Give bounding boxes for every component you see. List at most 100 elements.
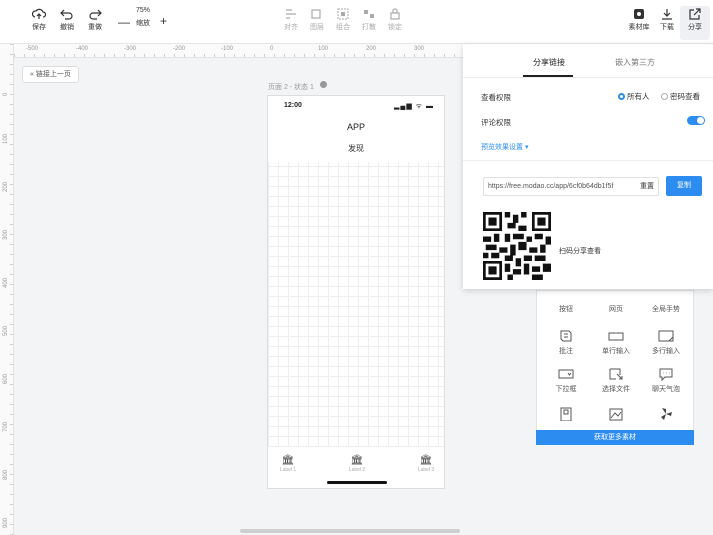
- share-button[interactable]: 分享: [680, 6, 710, 40]
- ruler-tick: 800: [3, 469, 9, 480]
- radio-checked-icon: [618, 93, 625, 100]
- app-header[interactable]: APP 发现: [268, 116, 444, 162]
- component-dropdown[interactable]: 下拉框: [541, 367, 591, 394]
- ruler-tick: 200: [3, 181, 9, 192]
- radio-all-label: 所有人: [627, 92, 650, 101]
- save-button[interactable]: 保存: [24, 8, 54, 32]
- get-more-materials-button[interactable]: 获取更多素材: [536, 430, 694, 445]
- layer-icon: [311, 9, 321, 19]
- ruler-tick: -200: [173, 46, 186, 52]
- radio-all-users[interactable]: 所有人: [618, 91, 650, 102]
- zoom-in-button[interactable]: +: [160, 14, 167, 28]
- download-label: 下载: [660, 24, 674, 31]
- top-toolbar: 保存 撤销 重做 — 75% 缩放 + 对齐 图层 组合 打散 锁定 素材库 下…: [0, 0, 713, 44]
- tab-item[interactable]: 🏛 Label 1: [268, 455, 308, 473]
- ruler-vertical: 0 100 200 300 400 500 600 700 800 900: [0, 44, 14, 535]
- ruler-tick: 100: [3, 133, 9, 144]
- component-phone[interactable]: [541, 407, 591, 421]
- download-button[interactable]: 下载: [652, 8, 682, 32]
- component-label: 单行输入: [602, 348, 630, 355]
- status-bar: 12:00 ▂▄▆ ᯤ ▬: [268, 96, 444, 116]
- share-popover: 分享链接 嵌入第三方 查看权限 所有人 密码查看 评论权限 预览效果设置 ▾ h…: [463, 44, 713, 289]
- tab-bar: 🏛 Label 1 🏛 Label 2 🏛 Label 3: [268, 446, 444, 488]
- preview-settings-link[interactable]: 预览效果设置 ▾: [481, 142, 528, 152]
- tab-label: Label 1: [279, 467, 297, 473]
- material-library-icon: [634, 9, 644, 19]
- ruler-tick: -500: [26, 46, 39, 52]
- comment-permission-toggle[interactable]: [687, 116, 705, 125]
- undo-label: 撤销: [60, 24, 74, 31]
- tab-label: Label 3: [417, 467, 435, 473]
- lock-label: 锁定: [388, 24, 402, 31]
- material-library-button[interactable]: 素材库: [624, 8, 654, 32]
- annotation-icon: [560, 330, 572, 342]
- app-subtitle: 发现: [348, 144, 364, 153]
- ruler-tick: 100: [318, 46, 329, 52]
- tab-label: Label 2: [348, 467, 366, 473]
- tab-item[interactable]: 🏛 Label 3: [406, 455, 446, 473]
- image-icon: [609, 408, 623, 421]
- zoom-value: 75%: [135, 7, 150, 14]
- ungroup-icon: [364, 10, 374, 18]
- gear-icon[interactable]: [320, 81, 327, 88]
- align-icon: [286, 9, 296, 19]
- multi-line-input-icon: [658, 330, 674, 342]
- phone-artboard[interactable]: 12:00 ▂▄▆ ᯤ ▬ APP 发现 🏛 Label 1 🏛 Label 2…: [267, 95, 445, 489]
- tab-item[interactable]: 🏛 Label 2: [337, 455, 377, 473]
- lock-button[interactable]: 锁定: [380, 8, 410, 32]
- component-chat-bubble[interactable]: 聊天气泡: [641, 367, 691, 394]
- component-global-gesture[interactable]: 全局手势: [641, 301, 691, 314]
- tab-share-link[interactable]: 分享链接: [533, 57, 565, 68]
- save-label: 保存: [32, 24, 46, 31]
- undo-button[interactable]: 撤销: [52, 8, 82, 32]
- ruler-tick: 300: [3, 229, 9, 240]
- material-library-label: 素材库: [628, 24, 650, 31]
- radio-password-label: 密码查看: [670, 92, 700, 101]
- component-label: 按钮: [559, 306, 573, 313]
- component-image[interactable]: [591, 407, 641, 421]
- radio-unchecked-icon: [661, 93, 668, 100]
- component-fan[interactable]: [641, 407, 691, 421]
- link-previous-page-button[interactable]: « 链接上一页: [22, 66, 79, 83]
- artboard-label: 页面 2 - 状态 1: [268, 84, 314, 91]
- tab-embed-third-party[interactable]: 嵌入第三方: [615, 57, 655, 68]
- chat-bubble-icon: [659, 368, 673, 381]
- file-select-icon: [609, 368, 623, 380]
- cloud-upload-icon: [32, 8, 46, 19]
- horizontal-scrollbar[interactable]: [240, 529, 460, 533]
- component-label: 聊天气泡: [652, 386, 680, 393]
- component-label: 网页: [609, 306, 623, 313]
- component-multi-line-input[interactable]: 多行输入: [641, 329, 691, 356]
- bank-icon: 🏛: [350, 455, 364, 466]
- share-icon: [689, 8, 701, 20]
- ruler-tick: 900: [3, 517, 9, 528]
- radio-password-view[interactable]: 密码查看: [661, 91, 700, 102]
- ruler-tick: 200: [366, 46, 377, 52]
- reset-link-button[interactable]: 重置: [636, 178, 654, 195]
- component-button[interactable]: 按钮: [541, 301, 591, 314]
- component-webpage[interactable]: 网页: [591, 301, 641, 314]
- ruler-tick: -100: [221, 46, 234, 52]
- signal-wifi-battery-icon: ▂▄▆ ᯤ ▬: [393, 103, 434, 110]
- share-url-field[interactable]: https://free.modao.cc/app/6cf0b64db1f5f …: [483, 177, 659, 196]
- redo-button[interactable]: 重做: [80, 8, 110, 32]
- app-title: APP: [346, 122, 365, 132]
- bank-icon: 🏛: [419, 455, 433, 466]
- dropdown-icon: [558, 369, 574, 379]
- comment-permission-label: 评论权限: [481, 118, 511, 127]
- lock-icon: [390, 8, 400, 20]
- component-panel: 按钮 网页 全局手势 批注 单行输入 多行输入 下拉框 选择文件 聊天气泡: [536, 290, 694, 445]
- qr-share-text: 扫码分享查看: [559, 248, 601, 255]
- view-permission-label: 查看权限: [481, 93, 511, 102]
- component-single-line-input[interactable]: 单行输入: [591, 329, 641, 356]
- group-icon: [337, 8, 349, 20]
- ruler-tick: 500: [3, 325, 9, 336]
- active-tab-indicator: [523, 75, 573, 77]
- zoom-label: 缩放: [136, 20, 150, 27]
- copy-link-button[interactable]: 复制: [666, 176, 702, 196]
- component-annotation[interactable]: 批注: [541, 329, 591, 356]
- ruler-tick: 0: [270, 46, 274, 52]
- share-tabs: 分享链接 嵌入第三方: [463, 44, 713, 78]
- zoom-control[interactable]: 75% 缩放: [128, 7, 158, 28]
- component-file-select[interactable]: 选择文件: [591, 367, 641, 394]
